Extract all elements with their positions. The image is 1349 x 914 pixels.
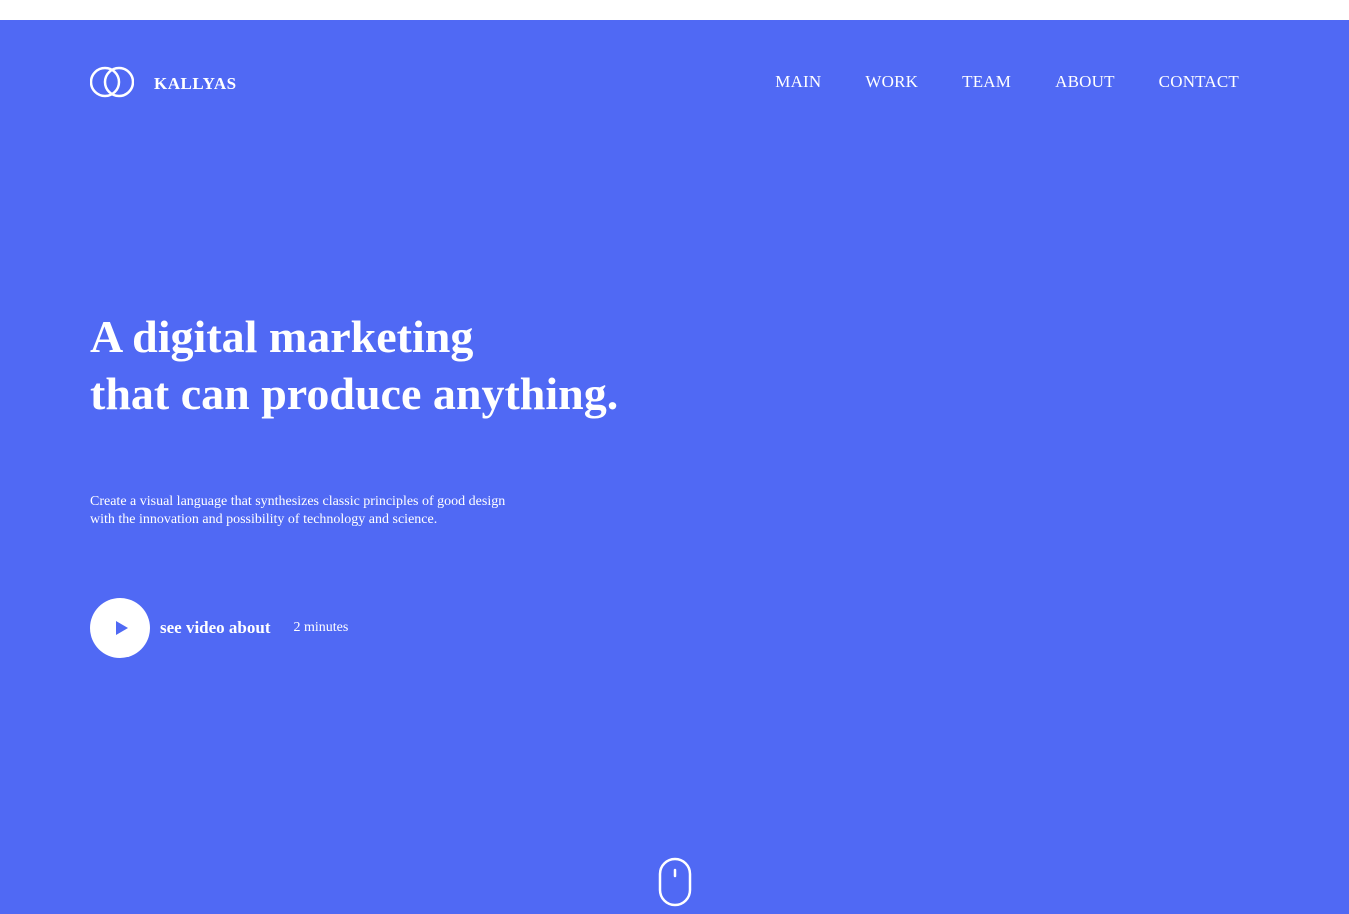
main-nav: MAIN WORK TEAM ABOUT CONTACT: [775, 72, 1239, 92]
mouse-scroll-icon[interactable]: [658, 857, 692, 907]
video-label[interactable]: see video about: [160, 618, 271, 638]
brand-name[interactable]: KALLYAS: [154, 71, 237, 94]
hero-description: Create a visual language that synthesize…: [90, 493, 505, 529]
brand[interactable]: KALLYAS: [90, 64, 237, 100]
nav-item-team[interactable]: TEAM: [962, 72, 1011, 92]
nav-item-main[interactable]: MAIN: [775, 72, 821, 92]
hero-description-line-1: Create a visual language that synthesize…: [90, 494, 506, 509]
interlocking-rings-icon: [90, 66, 134, 98]
video-cta: see video about 2 minutes: [90, 598, 348, 658]
hero-headline-line-2: that can produce anything.: [90, 368, 619, 419]
hero-section: KALLYAS MAIN WORK TEAM ABOUT CONTACT A d…: [0, 20, 1349, 914]
hero-headline-line-1: A digital marketing: [90, 311, 474, 362]
hero-headline: A digital marketing that can produce any…: [90, 308, 618, 422]
nav-item-work[interactable]: WORK: [865, 72, 918, 92]
play-icon: [115, 621, 128, 635]
nav-item-contact[interactable]: CONTACT: [1159, 72, 1239, 92]
video-duration: 2 minutes: [293, 620, 349, 635]
play-video-button[interactable]: [90, 598, 150, 658]
hero-description-line-2: with the innovation and possibility of t…: [90, 512, 438, 527]
nav-item-about[interactable]: ABOUT: [1055, 72, 1115, 92]
